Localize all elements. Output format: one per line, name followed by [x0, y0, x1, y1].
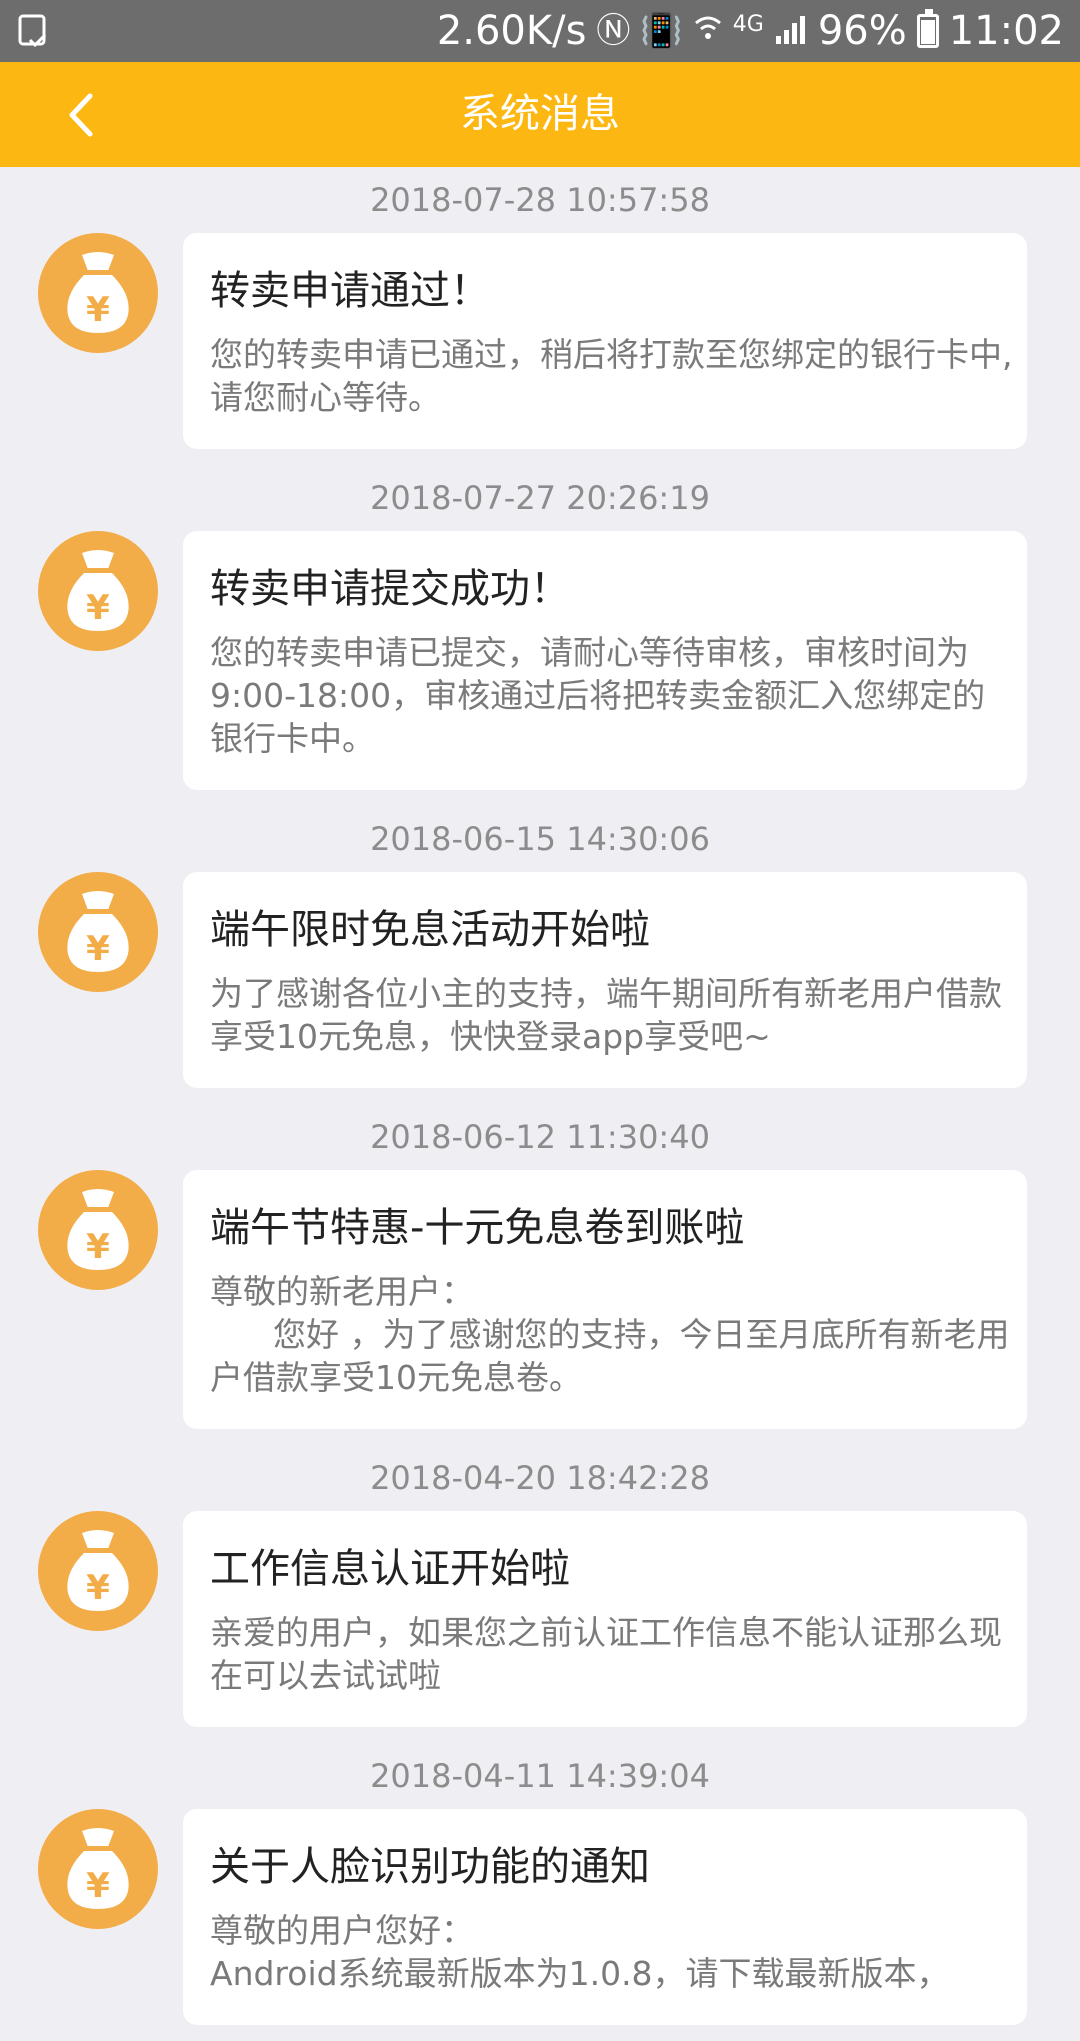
message-card[interactable]: 转卖申请通过！ 您的转卖申请已通过，稍后将打款至您绑定的银行卡中,请您耐心等待。	[183, 233, 1027, 449]
svg-text:¥: ¥	[86, 1866, 110, 1906]
money-bag-icon: ¥	[38, 872, 158, 992]
battery-percent: 96%	[817, 8, 907, 54]
message-card[interactable]: 端午节特惠-十元免息卷到账啦尊敬的新老用户： 您好 ，为了感谢您的支持，今日至月…	[183, 1170, 1027, 1429]
message-body: 尊敬的用户您好： Android系统最新版本为1.0.8，请下载最新版本，	[210, 1911, 950, 1993]
message-card[interactable]: 关于人脸识别功能的通知尊敬的用户您好： Android系统最新版本为1.0.8，…	[183, 1809, 1027, 2025]
status-bar: 2.60K/s Ⓝ 📳 4G 96% 11:02	[0, 0, 1080, 62]
message-timestamp: 2018-06-12 11:30:40	[370, 1118, 710, 1156]
message-card[interactable]: 端午限时免息活动开始啦为了感谢各位小主的支持，端午期间所有新老用户借款享受10元…	[183, 872, 1027, 1088]
message-body: 尊敬的新老用户： 您好 ，为了感谢您的支持，今日至月底所有新老用户借款享受10元…	[210, 1272, 1010, 1397]
message-item[interactable]: ¥ 转卖申请提交成功！ 您的转卖申请已提交，请耐心等待审核，审核时间为9:00-18…	[0, 531, 1080, 790]
message-timestamp: 2018-07-27 20:26:19	[370, 479, 710, 517]
battery-icon	[916, 9, 939, 48]
header-bar: 系统消息	[0, 62, 1080, 167]
message-title: 端午节特惠-十元免息卷到账啦	[210, 1205, 745, 1251]
svg-text:¥: ¥	[86, 1227, 110, 1267]
screenshot-icon	[18, 14, 47, 48]
svg-text:¥: ¥	[86, 1568, 110, 1608]
money-bag-icon: ¥	[38, 233, 158, 353]
clock: 11:02	[948, 8, 1064, 54]
message-body: 为了感谢各位小主的支持，端午期间所有新老用户借款享受10元免息，快快登录app享…	[210, 974, 1002, 1056]
message-item[interactable]: ¥ 端午限时免息活动开始啦为了感谢各位小主的支持，端午期间所有新老用户借款享受10…	[0, 872, 1080, 1088]
page-title: 系统消息	[460, 91, 620, 137]
message-item[interactable]: ¥ 工作信息认证开始啦亲爱的用户，如果您之前认证工作信息不能认证那么现在可以去试试…	[0, 1511, 1080, 1727]
message-item[interactable]: ¥ 端午节特惠-十元免息卷到账啦尊敬的新老用户： 您好 ，为了感谢您的支持，今日至…	[0, 1170, 1080, 1429]
nfc-icon: Ⓝ	[596, 11, 631, 51]
svg-text:¥: ¥	[86, 588, 110, 628]
svg-text:¥: ¥	[86, 929, 110, 969]
message-body: 您的转卖申请已通过，稍后将打款至您绑定的银行卡中,请您耐心等待。	[210, 335, 1013, 417]
message-timestamp: 2018-04-20 18:42:28	[370, 1459, 710, 1497]
message-timestamp: 2018-04-11 14:39:04	[370, 1757, 710, 1795]
message-title: 端午限时免息活动开始啦	[210, 907, 650, 953]
message-timestamp: 2018-07-28 10:57:58	[370, 181, 710, 219]
money-bag-icon: ¥	[38, 531, 158, 651]
message-card[interactable]: 转卖申请提交成功！ 您的转卖申请已提交，请耐心等待审核，审核时间为9:00-18:…	[183, 531, 1027, 790]
message-body: 您的转卖申请已提交，请耐心等待审核，审核时间为9:00-18:00，审核通过后将…	[210, 633, 986, 758]
message-timestamp: 2018-06-15 14:30:06	[370, 820, 710, 858]
vibrate-icon: 📳	[640, 11, 683, 51]
money-bag-icon: ¥	[38, 1809, 158, 1929]
money-bag-icon: ¥	[38, 1170, 158, 1290]
message-title: 转卖申请提交成功！	[210, 566, 570, 612]
message-title: 转卖申请通过！	[210, 268, 490, 314]
message-item[interactable]: ¥ 转卖申请通过！ 您的转卖申请已通过，稍后将打款至您绑定的银行卡中,请您耐心等待。	[0, 233, 1080, 449]
network-type: 4G	[732, 12, 764, 37]
message-title: 关于人脸识别功能的通知	[210, 1844, 650, 1890]
message-item[interactable]: ¥ 关于人脸识别功能的通知尊敬的用户您好： Android系统最新版本为1.0.8…	[0, 1809, 1080, 2025]
wifi-icon	[693, 13, 723, 49]
signal-icon	[774, 8, 808, 54]
message-title: 工作信息认证开始啦	[210, 1546, 570, 1592]
money-bag-icon: ¥	[38, 1511, 158, 1631]
message-card[interactable]: 工作信息认证开始啦亲爱的用户，如果您之前认证工作信息不能认证那么现在可以去试试啦	[183, 1511, 1027, 1727]
message-list: 2018-07-28 10:57:58 ¥ 转卖申请通过！ 您的转卖申请已通过，稍后将…	[0, 167, 1080, 2041]
svg-text:¥: ¥	[86, 290, 110, 330]
message-body: 亲爱的用户，如果您之前认证工作信息不能认证那么现在可以去试试啦	[210, 1613, 1002, 1695]
network-speed: 2.60K/s	[436, 8, 587, 54]
